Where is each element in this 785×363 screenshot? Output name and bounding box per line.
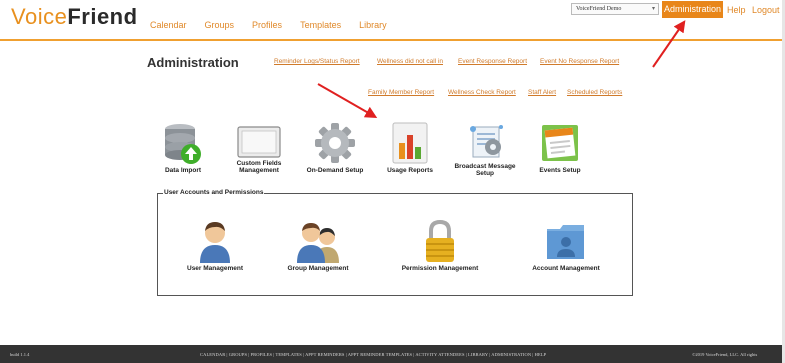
wellness-did-not-call-link[interactable]: Wellness did not call in	[377, 58, 443, 65]
folder-user-icon	[547, 225, 584, 259]
custom-fields-tool[interactable]: Custom Fields Management	[224, 126, 294, 174]
user-management-label: User Management	[187, 265, 243, 272]
staff-alert-link[interactable]: Staff Alert	[528, 89, 556, 96]
page-root: VoiceFriend Calendar Groups Profiles Tem…	[0, 0, 785, 363]
account-select[interactable]: VoiceFriend Demo ▾	[571, 3, 659, 15]
usage-reports-label: Usage Reports	[387, 167, 433, 174]
nav-templates[interactable]: Templates	[300, 20, 341, 30]
permission-management-label: Permission Management	[401, 265, 479, 272]
copyright-text: ©2019 VoiceFriend, LLC. All rights	[692, 352, 758, 357]
data-import-label: Data Import	[164, 167, 202, 174]
family-member-report-link[interactable]: Family Member Report	[368, 89, 434, 96]
reminder-logs-report-link[interactable]: Reminder Logs/Status Report	[274, 58, 360, 65]
custom-fields-label: Custom Fields Management	[236, 160, 282, 174]
permission-management-tool[interactable]: Permission Management	[397, 219, 483, 272]
event-response-report-link[interactable]: Event Response Report	[458, 58, 527, 65]
nav-library[interactable]: Library	[359, 20, 387, 30]
custom-fields-icon	[237, 126, 281, 158]
broadcast-icon	[470, 125, 503, 158]
help-link[interactable]: Help	[727, 5, 746, 15]
calendar-event-icon	[542, 125, 578, 161]
voicefriend-logo[interactable]: VoiceFriend	[11, 4, 138, 30]
events-setup-tool[interactable]: Events Setup	[525, 121, 595, 174]
group-management-label: Group Management	[287, 265, 349, 272]
build-version: build 1.1.4	[10, 352, 30, 357]
logout-link[interactable]: Logout	[752, 5, 780, 15]
database-import-icon	[165, 124, 201, 164]
page-footer: build 1.1.4 CALENDAR | GROUPS | PROFILES…	[0, 345, 782, 363]
broadcast-message-setup-label: Broadcast Message Setup	[454, 163, 516, 177]
chevron-down-icon: ▾	[651, 6, 655, 12]
nav-profiles[interactable]: Profiles	[252, 20, 282, 30]
account-select-value: VoiceFriend Demo	[576, 6, 622, 12]
broadcast-message-setup-tool[interactable]: Broadcast Message Setup	[450, 121, 520, 177]
nav-groups[interactable]: Groups	[205, 20, 235, 30]
user-management-tool[interactable]: User Management	[178, 219, 252, 272]
main-nav: Calendar Groups Profiles Templates Libra…	[150, 20, 405, 30]
arrow-to-usage-reports	[317, 83, 378, 118]
bar-chart-icon	[392, 122, 428, 164]
user-icon	[200, 222, 230, 263]
group-icon	[297, 223, 339, 263]
account-management-label: Account Management	[532, 265, 600, 272]
top-header: VoiceFriend Calendar Groups Profiles Tem…	[0, 0, 785, 41]
padlock-icon	[426, 219, 454, 262]
events-setup-label: Events Setup	[539, 167, 581, 174]
usage-reports-tool[interactable]: Usage Reports	[375, 121, 445, 174]
logo-voice-text: Voice	[11, 4, 68, 29]
wellness-check-report-link[interactable]: Wellness Check Report	[448, 89, 516, 96]
page-title: Administration	[147, 55, 239, 70]
gear-icon	[315, 123, 355, 163]
footer-links[interactable]: CALENDAR | GROUPS | PROFILES | TEMPLATES…	[200, 352, 546, 357]
scheduled-reports-link[interactable]: Scheduled Reports	[567, 89, 622, 96]
on-demand-setup-label: On-Demand Setup	[306, 167, 364, 174]
logo-friend-text: Friend	[67, 4, 138, 29]
administration-button[interactable]: Administration	[662, 1, 723, 18]
event-no-response-report-link[interactable]: Event No Response Report	[540, 58, 619, 65]
user-accounts-section-title: User Accounts and Permissions	[163, 189, 265, 196]
group-management-tool[interactable]: Group Management	[280, 219, 356, 272]
data-import-tool[interactable]: Data Import	[148, 121, 218, 174]
account-management-tool[interactable]: Account Management	[525, 219, 607, 272]
nav-calendar[interactable]: Calendar	[150, 20, 187, 30]
on-demand-setup-tool[interactable]: On-Demand Setup	[300, 121, 370, 174]
annotation-arrows	[317, 20, 686, 118]
